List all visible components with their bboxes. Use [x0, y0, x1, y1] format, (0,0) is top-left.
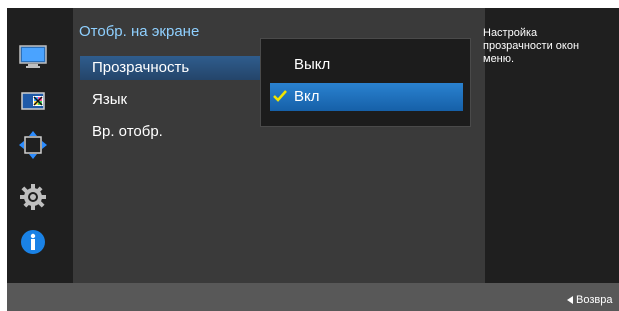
option-on[interactable]: Вкл — [270, 83, 463, 111]
menu-item-label: Прозрачность — [92, 59, 190, 76]
size-position-icon[interactable] — [16, 128, 50, 162]
menu-item-display-time[interactable]: Вр. отобр. — [80, 120, 262, 144]
menu-title: Отобр. на экране — [79, 23, 200, 40]
option-off[interactable]: Выкл — [270, 51, 463, 79]
help-text: Настройка прозрачности окон меню. — [483, 27, 611, 66]
menu-item-transparency[interactable]: Прозрачность — [80, 56, 262, 80]
back-arrow-icon — [567, 296, 573, 305]
menu-item-label: Язык — [92, 91, 128, 108]
setup-gear-icon[interactable] — [16, 180, 50, 214]
transparency-dropdown: Выкл Вкл — [260, 38, 471, 127]
help-line: Настройка — [483, 27, 538, 39]
color-icon[interactable] — [16, 84, 50, 118]
menu-item-label: Вр. отобр. — [92, 123, 163, 140]
checkmark-icon — [273, 90, 287, 102]
menu-item-language[interactable]: Язык — [80, 88, 262, 112]
footer-bar — [7, 283, 619, 311]
help-line: прозрачности окон — [483, 40, 580, 52]
back-button[interactable]: Возвра — [567, 294, 612, 306]
monitor-icon[interactable] — [16, 40, 50, 74]
help-line: меню. — [483, 53, 515, 65]
back-label: Возвра — [576, 294, 613, 306]
option-label: Вкл — [294, 88, 320, 105]
option-label: Выкл — [294, 56, 331, 73]
info-icon[interactable] — [16, 225, 50, 259]
